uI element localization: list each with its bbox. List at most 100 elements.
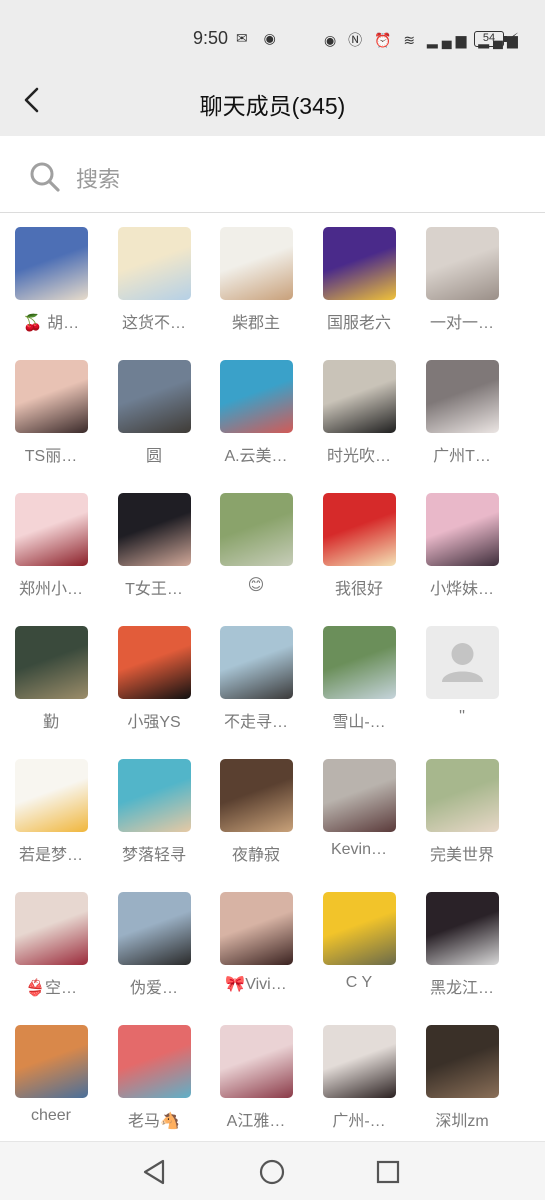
search-icon: [30, 162, 60, 192]
member-avatar: [118, 360, 191, 433]
member-item[interactable]: A江雅…: [205, 1011, 307, 1136]
system-navigation-bar: [0, 1141, 545, 1200]
member-avatar: [323, 493, 396, 566]
member-avatar: [426, 759, 499, 832]
member-item[interactable]: 黑龙江…: [411, 878, 513, 1003]
member-item[interactable]: 小烨妹…: [411, 479, 513, 604]
member-name: 圆: [145, 448, 162, 465]
charging-icon: ⚡: [509, 30, 519, 46]
member-item[interactable]: C Y: [308, 878, 410, 1003]
member-name: 👙空…: [25, 980, 77, 997]
member-item[interactable]: 梦落轻寻: [103, 745, 205, 870]
battery-tip: [504, 36, 507, 42]
member-name: 时光吹…: [326, 448, 391, 465]
member-name: C Y: [345, 974, 373, 991]
member-avatar: [323, 1025, 396, 1098]
member-item[interactable]: 深圳zm: [411, 1011, 513, 1136]
member-item[interactable]: 雪山-…: [308, 612, 410, 737]
member-name: 😊: [247, 577, 265, 594]
member-item[interactable]: A.云美…: [205, 346, 307, 471]
battery-icon: 54: [474, 31, 504, 47]
member-item[interactable]: 若是梦…: [0, 745, 102, 870]
member-item[interactable]: 广州T…: [411, 346, 513, 471]
member-name: T女王…: [125, 581, 183, 598]
member-item[interactable]: 伪爱…: [103, 878, 205, 1003]
member-item[interactable]: 一对一…: [411, 213, 513, 338]
member-avatar: [426, 360, 499, 433]
member-name: Kevin…: [330, 841, 388, 858]
member-avatar: [426, 1025, 499, 1098]
member-item[interactable]: 圆: [103, 346, 205, 471]
member-item[interactable]: 这货不…: [103, 213, 205, 338]
member-item[interactable]: 🍒 胡…: [0, 213, 102, 338]
member-name: 完美世界: [429, 847, 494, 864]
member-name: 🎀Vivi…: [225, 976, 287, 993]
member-name: A江雅…: [226, 1113, 286, 1130]
member-avatar: [220, 493, 293, 566]
member-item[interactable]: 👙空…: [0, 878, 102, 1003]
member-item[interactable]: 🎀Vivi…: [205, 878, 307, 1003]
search-input[interactable]: 搜索: [0, 136, 545, 213]
member-avatar: [118, 892, 191, 965]
member-name: 深圳zm: [435, 1113, 489, 1130]
member-item[interactable]: '': [411, 612, 513, 737]
nav-bar: 聊天成员(345): [0, 72, 545, 136]
member-item[interactable]: 😊: [205, 479, 307, 604]
member-name: 广州-…: [332, 1113, 386, 1130]
member-item[interactable]: 我很好: [308, 479, 410, 604]
member-avatar: [426, 892, 499, 965]
member-avatar: [220, 227, 293, 300]
member-avatar: [15, 892, 88, 965]
member-avatar: [426, 227, 499, 300]
circle-home-icon[interactable]: [256, 1156, 288, 1188]
member-item[interactable]: 完美世界: [411, 745, 513, 870]
member-avatar: [15, 626, 88, 699]
member-name: 广州T…: [433, 448, 491, 465]
member-name: 🍒 胡…: [22, 315, 80, 332]
member-item[interactable]: T女王…: [103, 479, 205, 604]
member-name: 我很好: [334, 581, 383, 598]
member-item[interactable]: TS丽…: [0, 346, 102, 471]
member-avatar: [220, 1025, 293, 1098]
member-avatar: [220, 360, 293, 433]
member-avatar: [220, 626, 293, 699]
member-item[interactable]: 时光吹…: [308, 346, 410, 471]
member-item[interactable]: 国服老六: [308, 213, 410, 338]
member-name: 小烨妹…: [429, 581, 494, 598]
square-recents-icon[interactable]: [372, 1156, 404, 1188]
member-item[interactable]: 不走寻…: [205, 612, 307, 737]
member-name: 雪山-…: [332, 714, 386, 731]
status-time: 9:50: [193, 28, 229, 48]
member-avatar: [15, 360, 88, 433]
member-item[interactable]: 小强YS: [103, 612, 205, 737]
member-avatar: [220, 892, 293, 965]
member-avatar: [220, 759, 293, 832]
member-avatar: [15, 227, 88, 300]
member-avatar: [118, 1025, 191, 1098]
member-avatar: [118, 759, 191, 832]
member-item[interactable]: cheer: [0, 1011, 102, 1136]
status-bar: 9:50 ✉ ◉ ◉ Ⓝ ⏰ ≋ ▂▄▆ ▂▄▆ 54 ⚡: [0, 0, 545, 72]
member-item[interactable]: 勤: [0, 612, 102, 737]
member-avatar: [323, 759, 396, 832]
member-item[interactable]: Kevin…: [308, 745, 410, 870]
member-item[interactable]: 老马🐴: [103, 1011, 205, 1136]
member-name: 一对一…: [429, 315, 494, 332]
member-name: 老马🐴: [128, 1113, 180, 1130]
triangle-back-icon[interactable]: [139, 1156, 171, 1188]
member-avatar: [118, 626, 191, 699]
member-avatar: [15, 759, 88, 832]
member-item[interactable]: 柴郡主: [205, 213, 307, 338]
member-avatar: [323, 360, 396, 433]
member-name: 若是梦…: [18, 847, 83, 864]
member-name: 不走寻…: [223, 714, 288, 731]
member-item[interactable]: 广州-…: [308, 1011, 410, 1136]
member-name: 郑州小…: [18, 581, 83, 598]
member-item[interactable]: 夜静寂: [205, 745, 307, 870]
notification-icons: ✉ ◉: [236, 30, 282, 46]
member-item[interactable]: 郑州小…: [0, 479, 102, 604]
member-name: 伪爱…: [129, 980, 178, 997]
member-name: 国服老六: [326, 315, 391, 332]
member-avatar: [118, 227, 191, 300]
member-name: 勤: [42, 714, 59, 731]
